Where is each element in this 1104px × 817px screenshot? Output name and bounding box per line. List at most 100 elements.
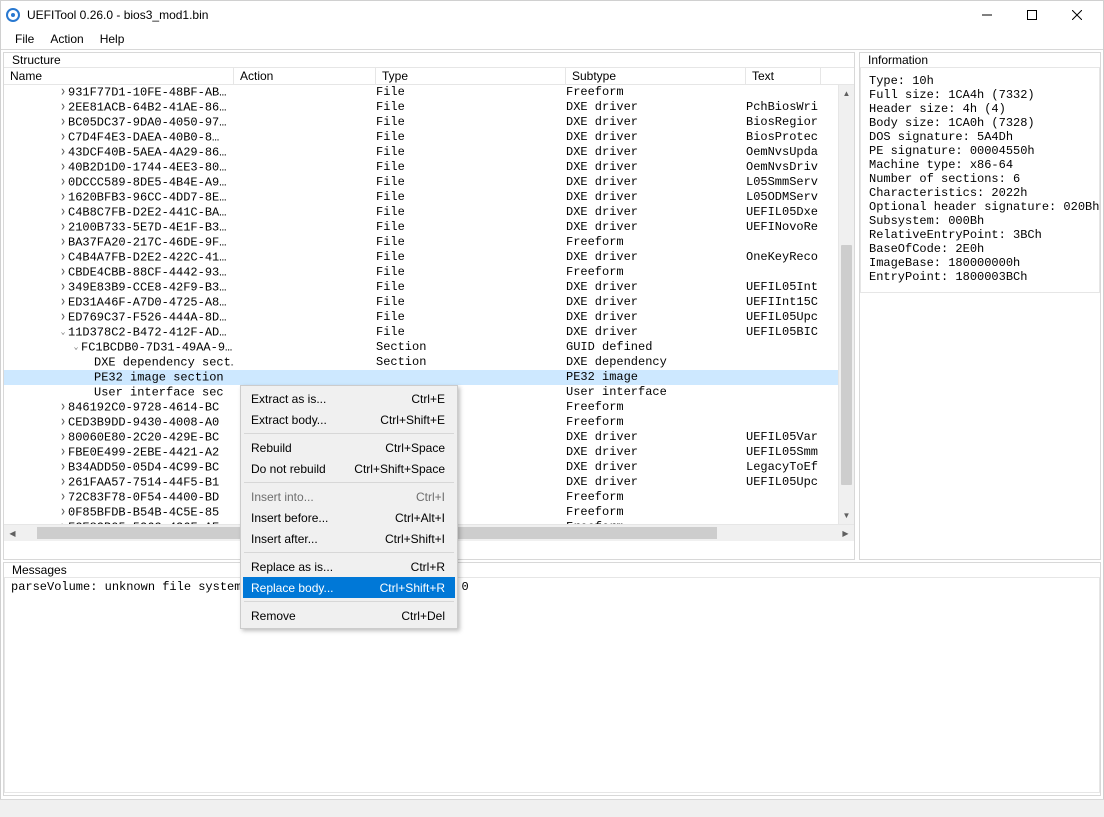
tree-row[interactable]: ❯2100B733-5E7D-4E1F-B3…FileDXE driverUEF…: [4, 220, 838, 235]
expand-icon[interactable]: ❯: [58, 205, 68, 220]
expand-icon[interactable]: ❯: [58, 160, 68, 175]
menu-item-label: Insert after...: [251, 532, 385, 546]
tree-row-name: ❯ED31A46F-A7D0-4725-A8…: [4, 295, 234, 310]
tree-row[interactable]: ❯C4B4A7FB-D2E2-422C-41…FileDXE driverOne…: [4, 250, 838, 265]
expand-icon[interactable]: ❯: [58, 490, 68, 505]
tree-row[interactable]: ❯43DCF40B-5AEA-4A29-86…FileDXE driverOem…: [4, 145, 838, 160]
expand-icon[interactable]: ❯: [58, 505, 68, 520]
scroll-up-icon[interactable]: ▲: [839, 85, 854, 102]
tree-row[interactable]: ❯931F77D1-10FE-48BF-AB…FileFreeform: [4, 85, 838, 100]
menu-item-extract-body[interactable]: Extract body...Ctrl+Shift+E: [243, 409, 455, 430]
col-subtype[interactable]: Subtype: [566, 68, 746, 84]
tree-row-name: ❯40B2D1D0-1744-4EE3-80…: [4, 160, 234, 175]
vertical-scrollbar[interactable]: ▲ ▼: [838, 85, 854, 524]
scroll-left-icon[interactable]: ◀: [4, 529, 21, 538]
expand-icon[interactable]: ❯: [58, 130, 68, 145]
expand-icon[interactable]: ⌄: [58, 325, 68, 340]
menu-action[interactable]: Action: [42, 31, 91, 47]
tree-row[interactable]: ❯ED769C37-F526-444A-8D…FileDXE driverUEF…: [4, 310, 838, 325]
col-name[interactable]: Name: [4, 68, 234, 84]
menu-item-rebuild[interactable]: RebuildCtrl+Space: [243, 437, 455, 458]
col-text[interactable]: Text: [746, 68, 821, 84]
tree-row-subtype: DXE driver: [566, 145, 746, 160]
tree-row[interactable]: ❯ED31A46F-A7D0-4725-A8…FileDXE driverUEF…: [4, 295, 838, 310]
tree-row-subtype: Freeform: [566, 265, 746, 280]
tree-row[interactable]: PE32 image sectionPE32 image: [4, 370, 838, 385]
tree-row-type: File: [376, 160, 566, 175]
tree-row-name: User interface sec: [4, 385, 234, 400]
tree-row[interactable]: ❯1620BFB3-96CC-4DD7-8E…FileDXE driverL05…: [4, 190, 838, 205]
tree-row-type: File: [376, 190, 566, 205]
tree-row-subtype: DXE driver: [566, 280, 746, 295]
tree-row[interactable]: ❯C7D4F4E3-DAEA-40B0-8…FileDXE driverBios…: [4, 130, 838, 145]
expand-icon[interactable]: ❯: [58, 280, 68, 295]
expand-icon[interactable]: ❯: [58, 235, 68, 250]
menu-item-remove[interactable]: RemoveCtrl+Del: [243, 605, 455, 626]
col-type[interactable]: Type: [376, 68, 566, 84]
menu-file[interactable]: File: [7, 31, 42, 47]
close-button[interactable]: [1054, 1, 1099, 29]
expand-icon[interactable]: ❯: [58, 265, 68, 280]
scroll-thumb[interactable]: [841, 245, 852, 485]
expand-icon[interactable]: ⌄: [71, 340, 81, 355]
menu-item-do-not-rebuild[interactable]: Do not rebuildCtrl+Shift+Space: [243, 458, 455, 479]
tree-row[interactable]: ❯BC05DC37-9DA0-4050-97…FileDXE driverBio…: [4, 115, 838, 130]
expand-icon[interactable]: ❯: [58, 415, 68, 430]
tree-row-subtype: DXE driver: [566, 325, 746, 340]
expand-icon[interactable]: ❯: [58, 460, 68, 475]
tree-row[interactable]: ❯CBDE4CBB-88CF-4442-93…FileFreeform: [4, 265, 838, 280]
maximize-button[interactable]: [1009, 1, 1054, 29]
tree-row[interactable]: ❯40B2D1D0-1744-4EE3-80…FileDXE driverOem…: [4, 160, 838, 175]
expand-icon[interactable]: ❯: [58, 115, 68, 130]
tree-row-name: ❯0F85BFDB-B54B-4C5E-85: [4, 505, 234, 520]
tree-row[interactable]: ❯C4B8C7FB-D2E2-441C-BA…FileDXE driverUEF…: [4, 205, 838, 220]
tree-row[interactable]: DXE dependency sect…SectionDXE dependenc…: [4, 355, 838, 370]
tree-row-type: File: [376, 265, 566, 280]
tree-row-text: UEFIL05Var: [746, 430, 824, 445]
scroll-right-icon[interactable]: ▶: [837, 529, 854, 538]
scroll-down-icon[interactable]: ▼: [839, 507, 854, 524]
expand-icon[interactable]: ❯: [58, 250, 68, 265]
menu-item-replace-as-is[interactable]: Replace as is...Ctrl+R: [243, 556, 455, 577]
tree-row-text: OneKeyReco: [746, 250, 824, 265]
tree-row-name: ❯43DCF40B-5AEA-4A29-86…: [4, 145, 234, 160]
expand-icon[interactable]: ❯: [58, 295, 68, 310]
expand-icon[interactable]: ❯: [58, 475, 68, 490]
context-menu: Extract as is...Ctrl+EExtract body...Ctr…: [240, 385, 458, 629]
expand-icon[interactable]: ❯: [58, 175, 68, 190]
tree-row-subtype: DXE driver: [566, 475, 746, 490]
expand-icon[interactable]: ❯: [58, 430, 68, 445]
menu-item-extract-as-is[interactable]: Extract as is...Ctrl+E: [243, 388, 455, 409]
tree-row[interactable]: ❯2EE81ACB-64B2-41AE-86…FileDXE driverPch…: [4, 100, 838, 115]
expand-icon[interactable]: ❯: [58, 445, 68, 460]
expand-icon[interactable]: ❯: [58, 190, 68, 205]
tree-row-name: ❯0DCCC589-8DE5-4B4E-A9…: [4, 175, 234, 190]
tree-row-name: ❯CED3B9DD-9430-4008-A0: [4, 415, 234, 430]
menu-item-replace-body[interactable]: Replace body...Ctrl+Shift+R: [243, 577, 455, 598]
menu-item-label: Insert into...: [251, 490, 416, 504]
menu-item-insert-before[interactable]: Insert before...Ctrl+Alt+I: [243, 507, 455, 528]
tree-row-action: [234, 145, 376, 160]
expand-icon[interactable]: ❯: [58, 400, 68, 415]
menu-item-shortcut: Ctrl+Del: [401, 609, 445, 623]
tree-row[interactable]: ❯0DCCC589-8DE5-4B4E-A9…FileDXE driverL05…: [4, 175, 838, 190]
col-action[interactable]: Action: [234, 68, 376, 84]
tree-row-subtype: DXE driver: [566, 205, 746, 220]
expand-icon[interactable]: ❯: [58, 100, 68, 115]
tree-row[interactable]: ⌄11D378C2-B472-412F-AD…FileDXE driverUEF…: [4, 325, 838, 340]
minimize-button[interactable]: [964, 1, 1009, 29]
tree-row-text: BiosProtec: [746, 130, 824, 145]
expand-icon[interactable]: ❯: [58, 220, 68, 235]
menu-item-insert-after[interactable]: Insert after...Ctrl+Shift+I: [243, 528, 455, 549]
tree-row[interactable]: ❯BA37FA20-217C-46DE-9F…FileFreeform: [4, 235, 838, 250]
tree-row-name: ❯1620BFB3-96CC-4DD7-8E…: [4, 190, 234, 205]
menu-help[interactable]: Help: [92, 31, 133, 47]
expand-icon[interactable]: ❯: [58, 310, 68, 325]
tree-row-text: UEFIL05Smm: [746, 445, 824, 460]
tree-row-subtype: DXE driver: [566, 175, 746, 190]
tree-row[interactable]: ⌄FC1BCDB0-7D31-49AA-9…SectionGUID define…: [4, 340, 838, 355]
expand-icon[interactable]: ❯: [58, 145, 68, 160]
tree-row-action: [234, 85, 376, 100]
tree-row[interactable]: ❯349E83B9-CCE8-42F9-B3…FileDXE driverUEF…: [4, 280, 838, 295]
expand-icon[interactable]: ❯: [58, 85, 68, 100]
